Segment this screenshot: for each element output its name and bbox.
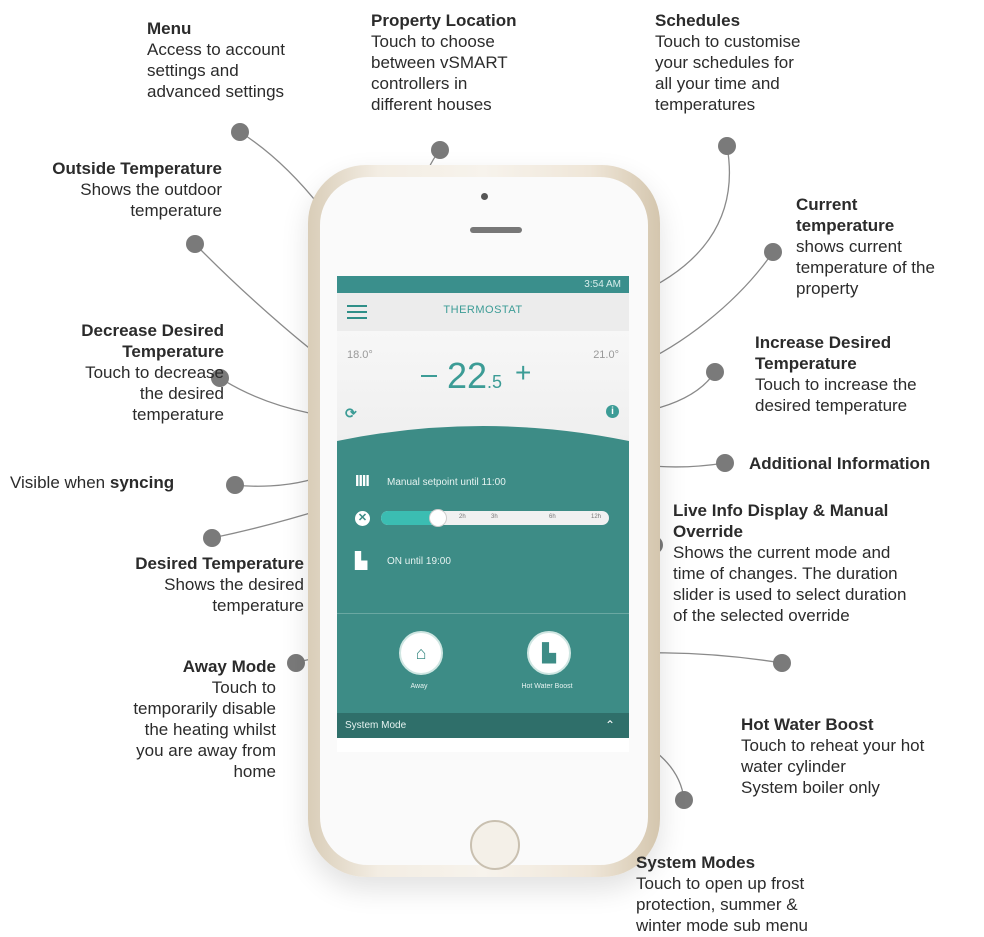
home-button[interactable] [470, 820, 520, 870]
camera-dot [481, 193, 488, 200]
annotation-additional-information: Additional Information [749, 454, 931, 473]
slider-tick: 2h [459, 514, 466, 520]
annotation-increase-temperature: Increase Desired Temperature Touch to inc… [755, 333, 917, 415]
app-screen: 3:54 AM THERMOSTAT 18.0° 21.0° 22.5 + ⟳ … [337, 276, 629, 752]
hot-water-status: ON until 19:00 [387, 556, 451, 567]
annotation-decrease-temperature: Decrease Desired Temperature Touch to dec… [81, 321, 224, 424]
decrease-button[interactable] [421, 375, 437, 377]
tap-icon: ▙ [355, 553, 368, 570]
hot-water-boost-button[interactable]: ▙ [527, 631, 571, 675]
desired-temperature: 22.5 [447, 355, 503, 396]
annotation-schedules: Schedules Touch to customise your schedul… [655, 11, 801, 114]
annotation-outside-temperature: Outside Temperature Shows the outdoor tem… [52, 159, 222, 220]
system-mode-label: System Mode [345, 720, 407, 731]
outside-temperature: 18.0° [347, 349, 373, 361]
hot-water-boost-label: Hot Water Boost [521, 683, 573, 690]
slider-tick: 6h [549, 514, 556, 520]
sync-icon: ⟳ [345, 405, 357, 421]
annotation-live-info: Live Info Display & Manual Override Shows… [673, 501, 907, 625]
hot-water-icon: ▙ [542, 643, 556, 663]
chevron-up-icon[interactable]: ⌃ [605, 713, 615, 738]
info-icon[interactable]: i [606, 405, 619, 418]
away-icon: ⌂ [415, 643, 427, 663]
slider-tick: 12h [591, 514, 602, 520]
slider-knob[interactable] [429, 509, 447, 527]
close-icon[interactable]: ✕ [355, 511, 370, 526]
increase-button[interactable]: + [515, 357, 531, 389]
property-location-title[interactable]: THERMOSTAT [337, 304, 629, 316]
status-bar: 3:54 AM [337, 276, 629, 293]
earpiece-speaker [470, 227, 522, 233]
slider-tick: 3h [491, 514, 498, 520]
app-bar: THERMOSTAT [337, 293, 629, 331]
wave-divider [337, 426, 629, 451]
manual-setpoint-text: Manual setpoint until 11:00 [387, 477, 506, 488]
away-label: Away [410, 683, 428, 690]
duration-slider[interactable]: 2h 3h 6h 12h [381, 509, 609, 527]
annotation-property-location: Property Location Touch to choose between… [371, 11, 517, 114]
status-time: 3:54 AM [584, 279, 621, 290]
away-button[interactable]: ⌂ [399, 631, 443, 675]
annotation-syncing: Visible when syncing [10, 473, 175, 492]
radiator-icon: IIII [355, 473, 370, 490]
annotation-desired-temperature: Desired Temperature Shows the desired tem… [135, 554, 304, 615]
annotation-away-mode: Away Mode Touch to temporarily disable the… [133, 657, 276, 781]
live-info-panel: IIII Manual setpoint until 11:00 ✕ 2h 3h… [337, 426, 629, 738]
annotation-hot-water-boost: Hot Water Boost Touch to reheat your hot… [741, 715, 925, 797]
annotation-current-temperature: Current temperature shows current temperat… [796, 195, 935, 298]
current-temperature: 21.0° [593, 349, 619, 361]
annotation-menu: Menu Access to account settings and advanc… [147, 19, 285, 101]
system-mode-bar[interactable]: System Mode ⌃ [337, 713, 629, 738]
annotation-system-modes: System Modes Touch to open up frost prote… [636, 853, 808, 935]
